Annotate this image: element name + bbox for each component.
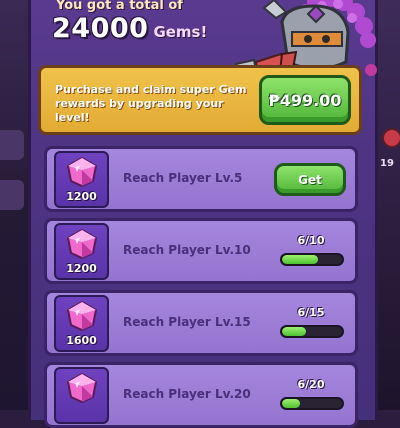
gem-reward-count: 1200 [66,190,97,203]
progress-text: 6/15 [297,306,325,319]
reward-row: 1200 Reach Player Lv.5 Get [44,146,358,212]
gem-icon [66,229,98,259]
gem-reward-tile: 1200 [54,151,109,208]
offer-description: Purchase and claim super Gem rewards by … [55,83,247,124]
gem-reward-tile: 1600 [54,295,109,352]
gem-total-amount: 24000 [52,13,149,44]
reward-row: 1200 Reach Player Lv.10 6/10 [44,218,358,284]
reward-requirement: Reach Player Lv.10 [123,243,251,257]
reward-row: Reach Player Lv.20 6/20 [44,362,358,428]
progress-text: 6/10 [297,234,325,247]
gem-reward-tile: 1200 [54,223,109,280]
gem-reward-tile [54,367,109,424]
progress-fill [282,399,300,408]
progress-fill [282,327,306,336]
progress-fill [282,255,318,264]
reward-requirement: Reach Player Lv.20 [123,387,251,401]
progress-text: 6/20 [297,378,325,391]
gem-icon [66,157,98,187]
reward-requirement: Reach Player Lv.15 [123,315,251,329]
get-reward-button[interactable]: Get [274,163,346,196]
progress-bar [280,253,344,266]
side-count: 19 [380,158,394,169]
progress-bar [280,325,344,338]
side-tab-icon [0,130,24,160]
gem-reward-count: 1200 [66,262,97,275]
reward-requirement: Reach Player Lv.5 [123,171,243,185]
header-total: 24000 Gems! [52,13,207,44]
gem-icon [66,373,98,403]
gem-reward-count: 1600 [66,334,97,347]
purchase-button[interactable]: ₱499.00 [259,75,351,125]
notification-badge [382,128,400,148]
super-gem-offer: Purchase and claim super Gem rewards by … [38,65,362,135]
gem-icon [66,301,98,331]
header-subtitle: You got a total of [56,0,183,13]
side-tab-icon [0,180,24,210]
progress-bar [280,397,344,410]
reward-row: 1600 Reach Player Lv.15 6/15 [44,290,358,356]
